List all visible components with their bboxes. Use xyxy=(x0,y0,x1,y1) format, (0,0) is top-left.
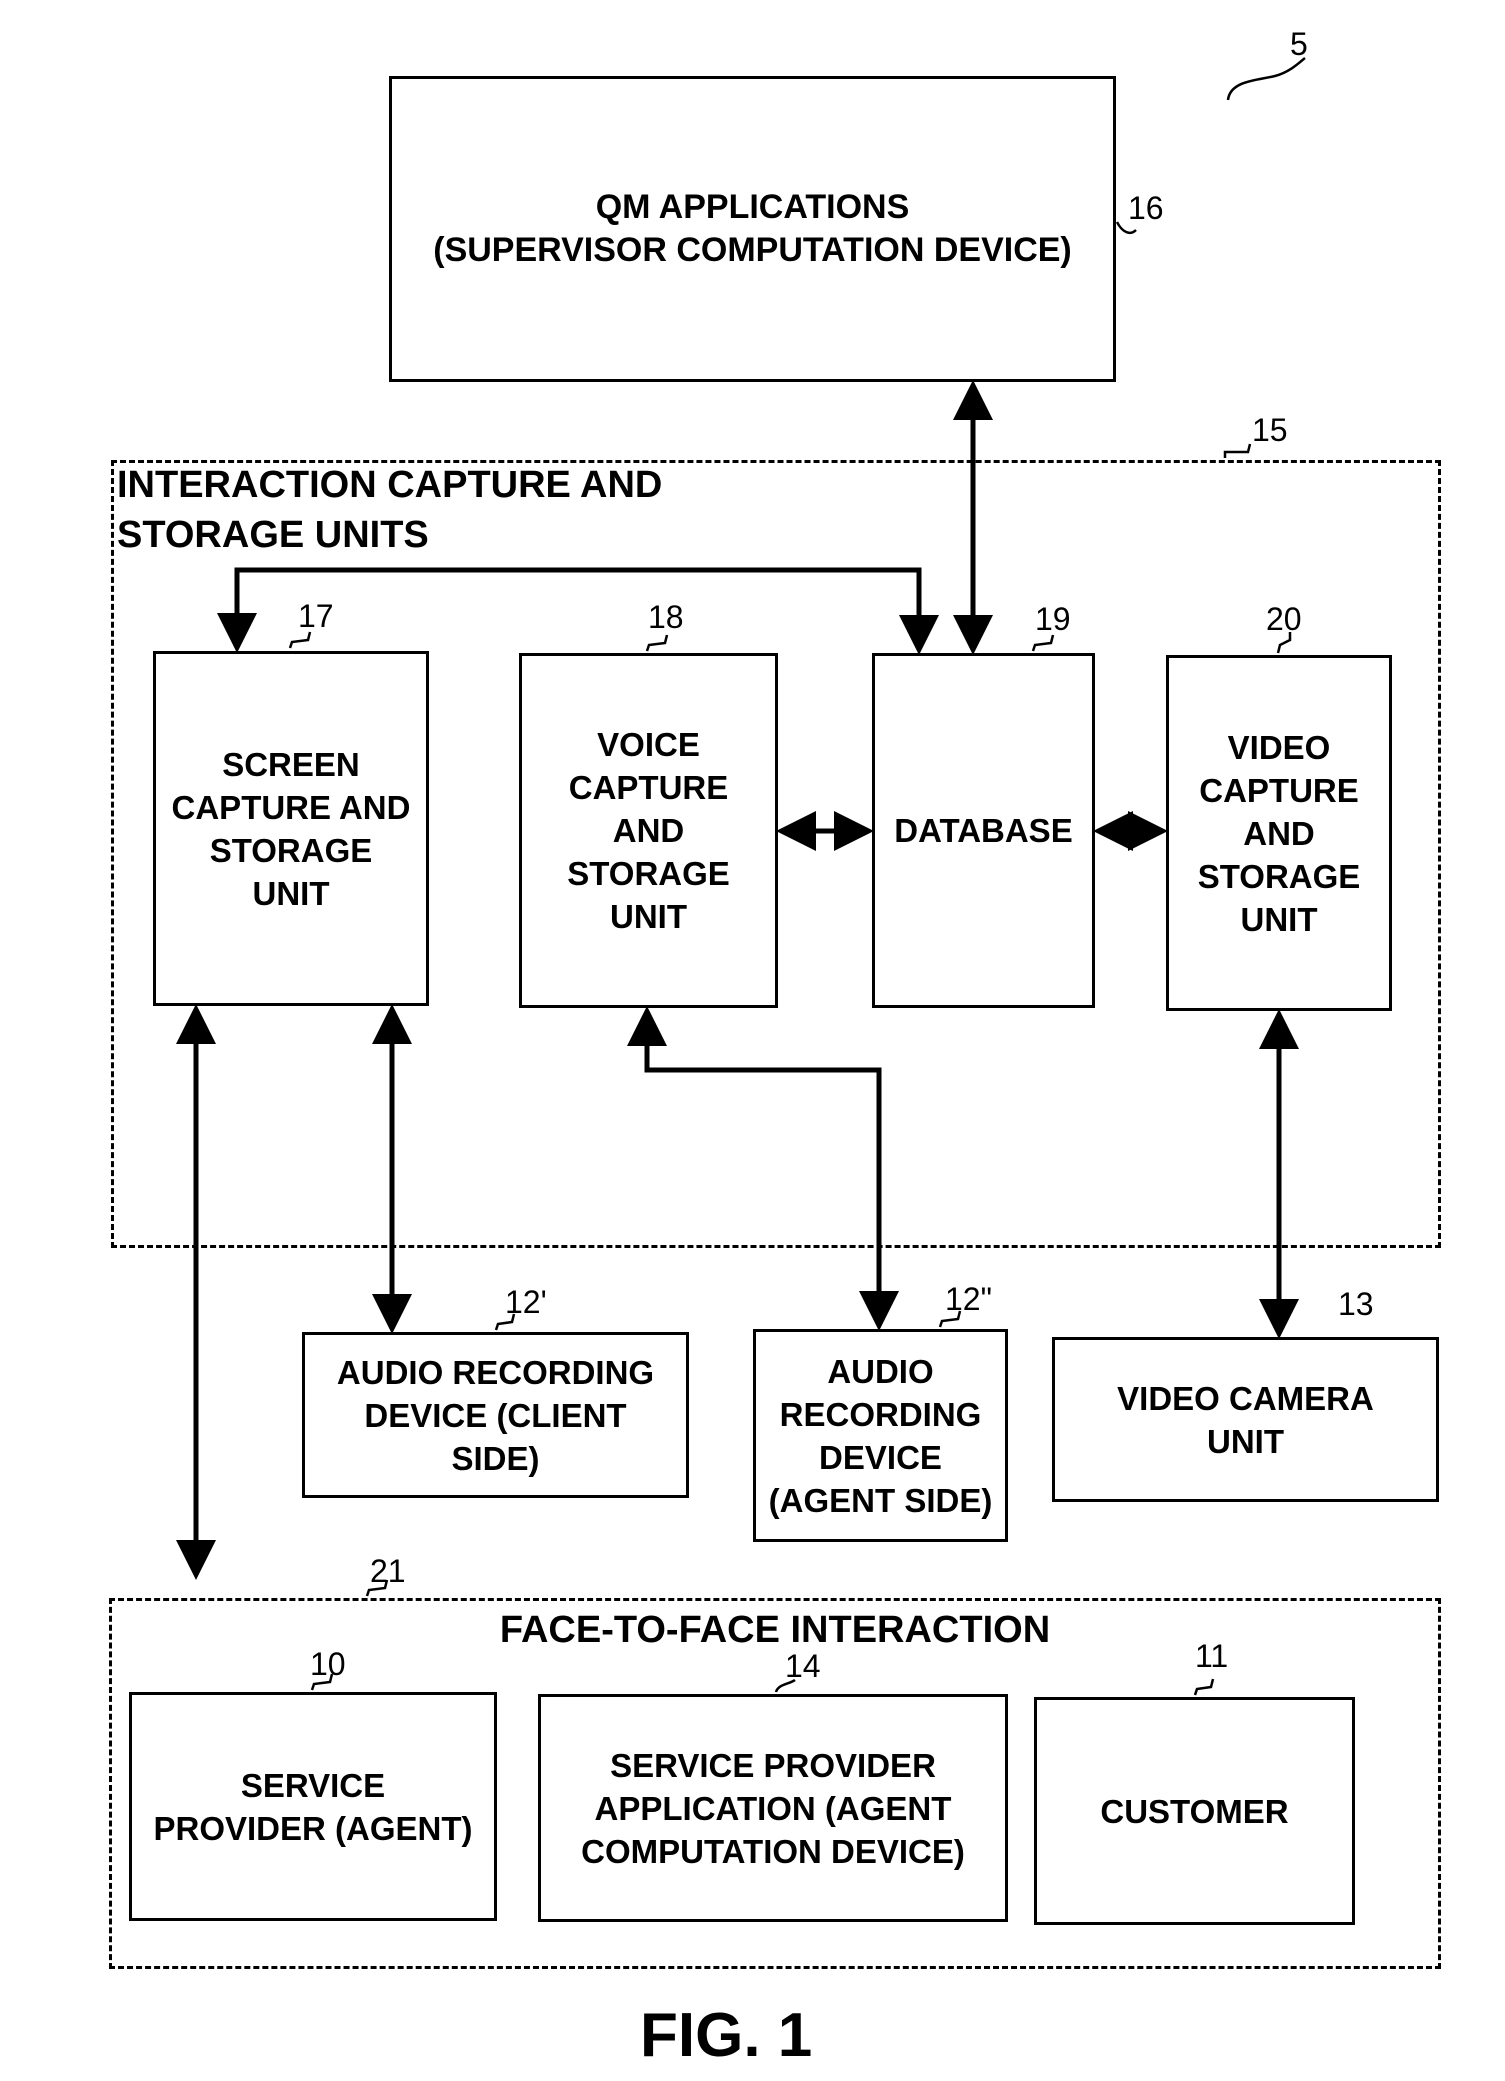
video-capture-box: VIDEO CAPTURE AND STORAGE UNIT xyxy=(1166,655,1392,1011)
figure-caption: FIG. 1 xyxy=(640,2001,813,2070)
ref-5: 5 xyxy=(1290,26,1308,62)
ref-17: 17 xyxy=(298,598,334,634)
video-camera-box: VIDEO CAMERA UNIT xyxy=(1052,1337,1439,1502)
audio-recording-client-label: AUDIO RECORDING DEVICE (CLIENT SIDE) xyxy=(336,1353,655,1477)
database-box: DATABASE xyxy=(872,653,1095,1008)
video-camera-label: VIDEO CAMERA UNIT xyxy=(1117,1379,1374,1460)
service-provider-application-box: SERVICE PROVIDER APPLICATION (AGENT COMP… xyxy=(538,1694,1008,1922)
ref-11: 11 xyxy=(1195,1638,1229,1674)
qm-applications-label: QM APPLICATIONS (SUPERVISOR COMPUTATION … xyxy=(433,188,1072,269)
interaction-capture-title: INTERACTION CAPTURE AND STORAGE UNITS xyxy=(117,464,663,556)
ref-21: 21 xyxy=(370,1553,406,1589)
ref-13: 13 xyxy=(1338,1286,1374,1322)
service-provider-agent-box: SERVICE PROVIDER (AGENT) xyxy=(129,1692,497,1921)
customer-box: CUSTOMER xyxy=(1034,1697,1355,1925)
service-provider-application-label: SERVICE PROVIDER APPLICATION (AGENT COMP… xyxy=(581,1746,965,1870)
audio-recording-agent-label: AUDIO RECORDING DEVICE (AGENT SIDE) xyxy=(768,1352,993,1519)
leader-5 xyxy=(1226,57,1306,101)
video-capture-label: VIDEO CAPTURE AND STORAGE UNIT xyxy=(1197,728,1361,938)
voice-capture-box: VOICE CAPTURE AND STORAGE UNIT xyxy=(519,653,778,1008)
ref-19: 19 xyxy=(1035,601,1071,637)
ref-18: 18 xyxy=(648,599,684,635)
ref-16: 16 xyxy=(1128,190,1164,226)
ref-10: 10 xyxy=(310,1646,346,1682)
screen-capture-label: SCREEN CAPTURE AND STORAGE UNIT xyxy=(171,745,411,912)
voice-capture-label: VOICE CAPTURE AND STORAGE UNIT xyxy=(567,726,730,935)
ref-15: 15 xyxy=(1252,412,1288,448)
database-label: DATABASE xyxy=(894,812,1073,849)
face-to-face-title: FACE-TO-FACE INTERACTION xyxy=(499,1609,1051,1651)
qm-applications-box: QM APPLICATIONS (SUPERVISOR COMPUTATION … xyxy=(389,76,1116,382)
leader-15 xyxy=(1223,443,1252,458)
service-provider-agent-label: SERVICE PROVIDER (AGENT) xyxy=(153,1766,473,1847)
ref-14: 14 xyxy=(785,1648,821,1684)
audio-recording-client-box: AUDIO RECORDING DEVICE (CLIENT SIDE) xyxy=(302,1332,689,1498)
ref-12-double-prime: 12" xyxy=(945,1281,992,1317)
ref-12-prime: 12' xyxy=(505,1284,547,1320)
screen-capture-box: SCREEN CAPTURE AND STORAGE UNIT xyxy=(153,651,429,1006)
audio-recording-agent-box: AUDIO RECORDING DEVICE (AGENT SIDE) xyxy=(753,1329,1008,1542)
ref-20: 20 xyxy=(1266,601,1302,637)
customer-label: CUSTOMER xyxy=(1100,1792,1289,1830)
